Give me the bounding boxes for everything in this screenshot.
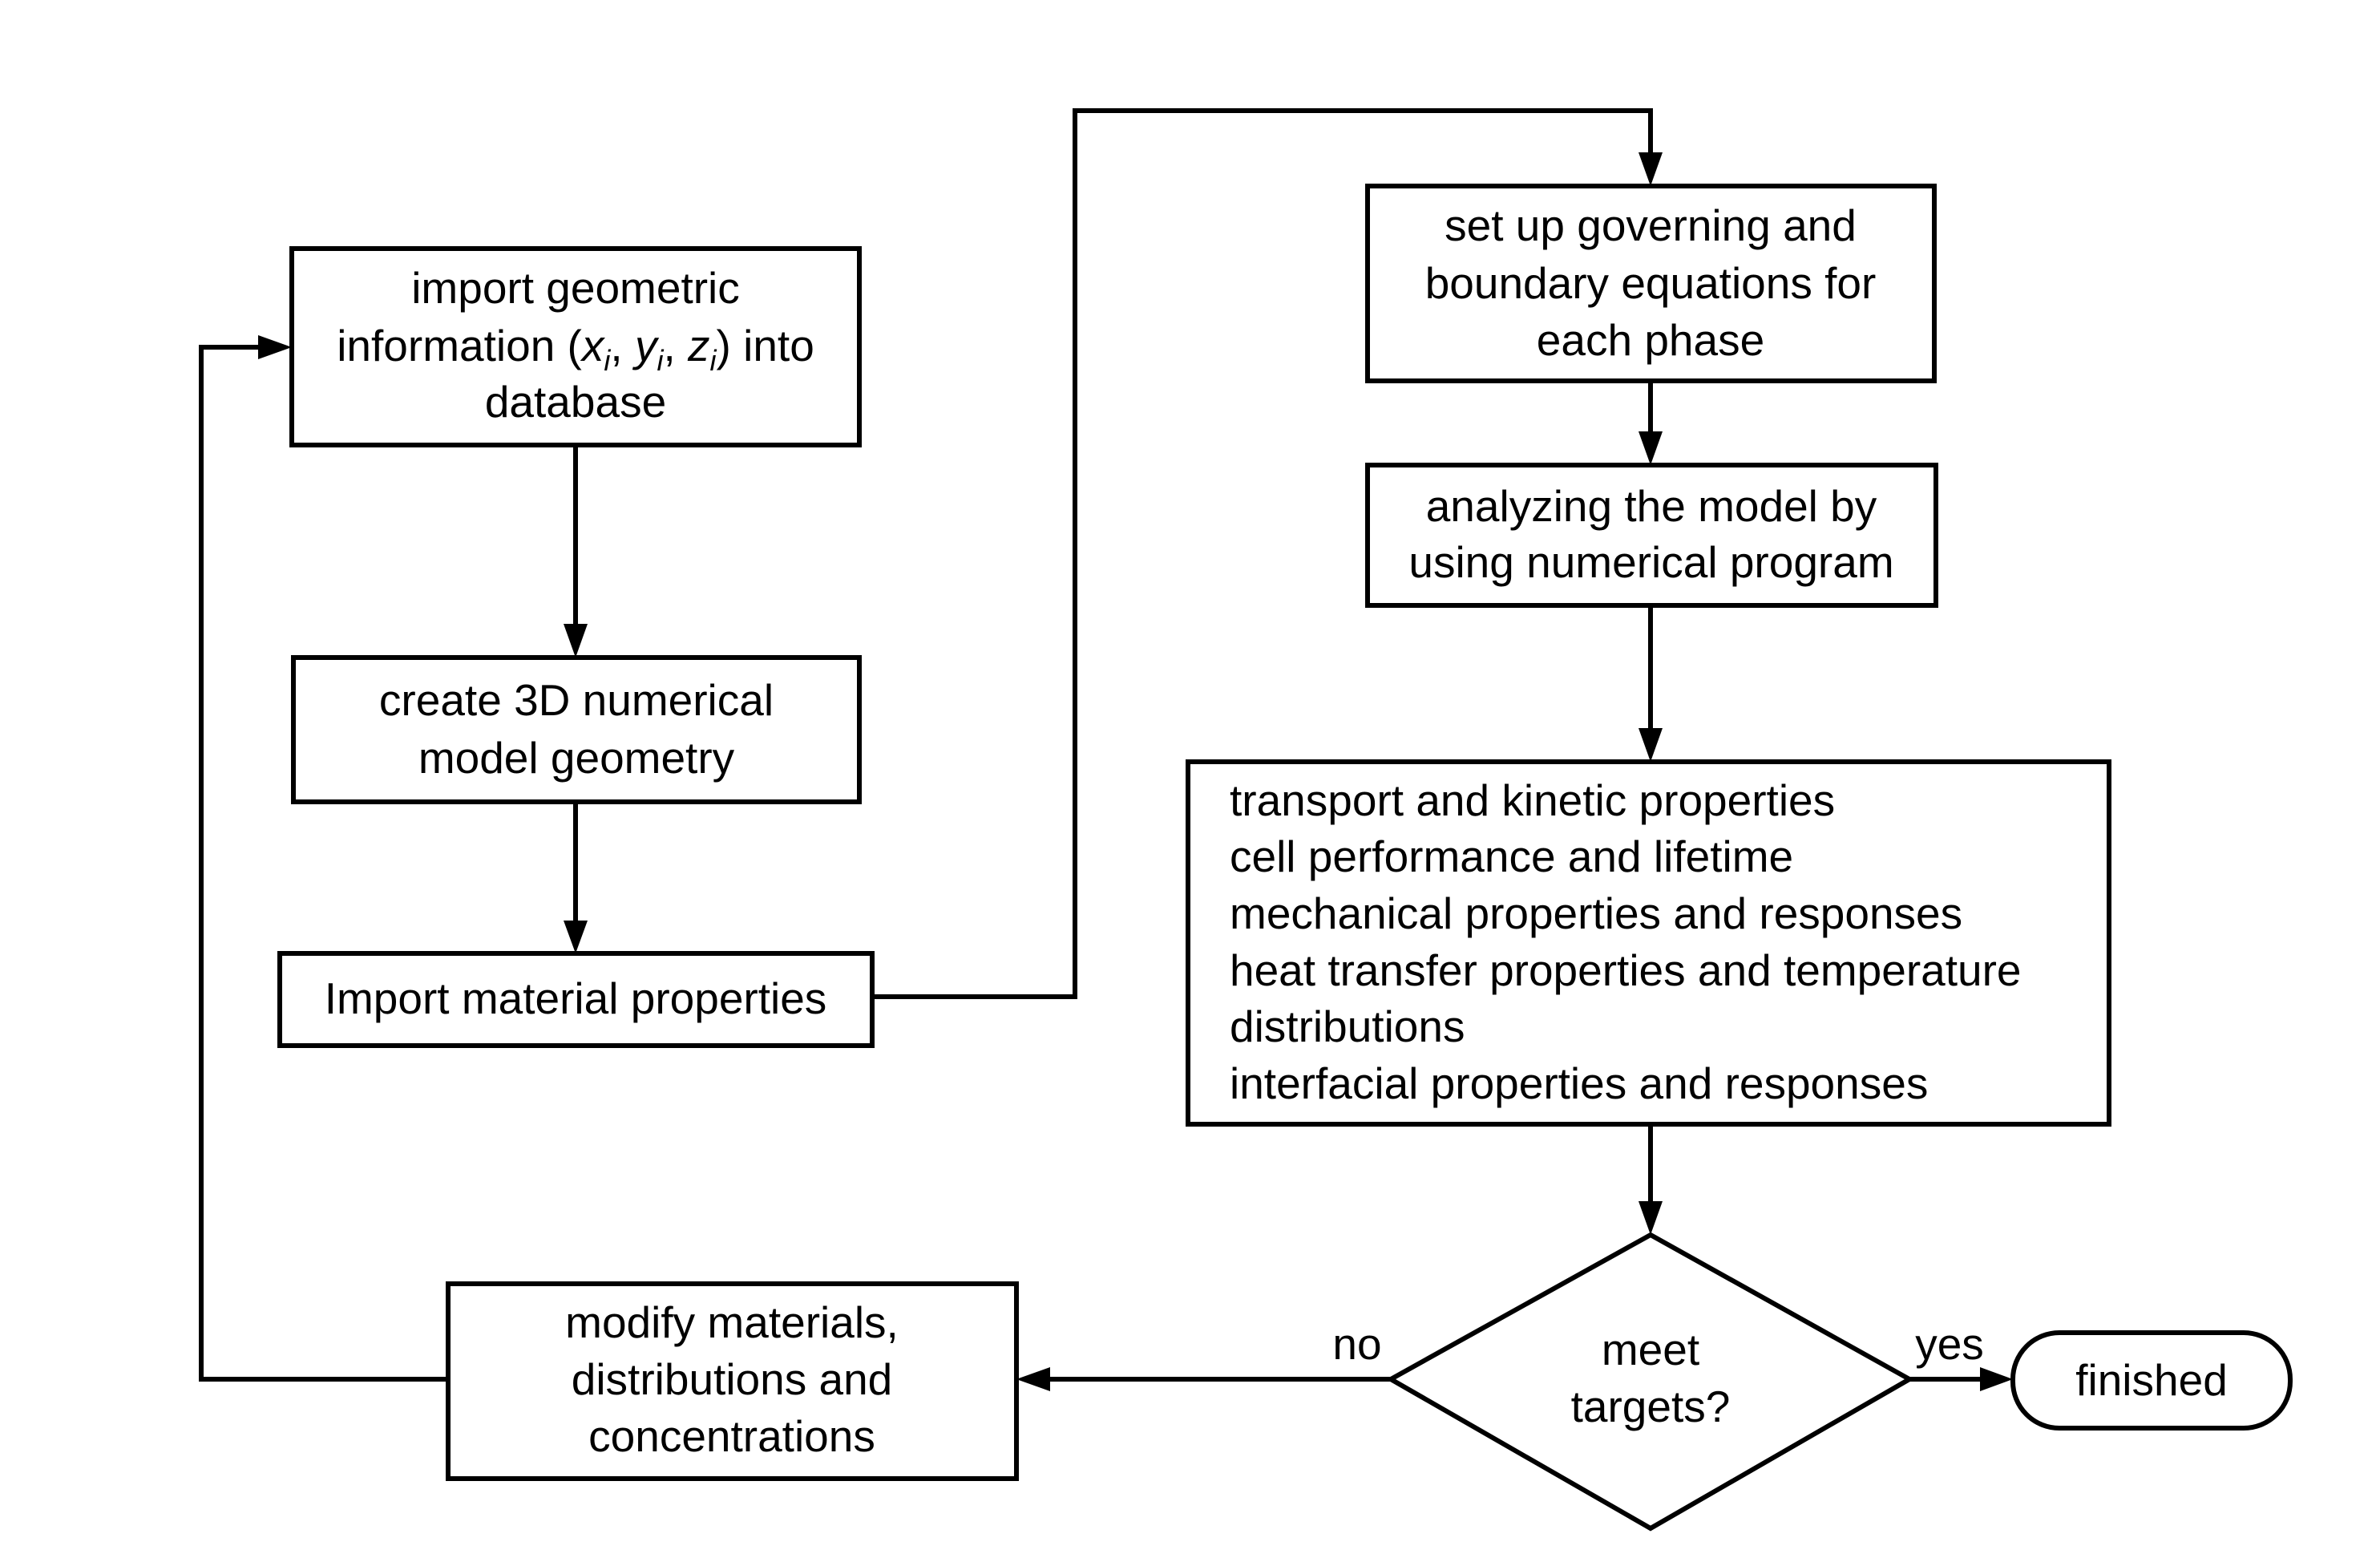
property-item: cell performance and lifetime bbox=[1230, 832, 1793, 881]
arrowhead-icon bbox=[564, 624, 588, 658]
node-text-line: meet bbox=[1602, 1325, 1699, 1374]
node-text-line: distributions and bbox=[572, 1354, 893, 1404]
node-text-line: using numerical program bbox=[1408, 537, 1893, 587]
math-suffix: ) bbox=[717, 321, 731, 370]
node-text-line: concentrations bbox=[588, 1411, 875, 1461]
node-analyze: analyzing the model by using numerical p… bbox=[1365, 463, 1938, 608]
math-sep: , bbox=[610, 321, 635, 370]
node-text-line: each phase bbox=[1537, 315, 1764, 365]
arrowhead-icon bbox=[1639, 431, 1663, 465]
node-text-line: create 3D numerical bbox=[379, 675, 774, 725]
node-text-math-line: information (xi, yi, zi) into bbox=[337, 321, 814, 377]
var-y: y bbox=[632, 321, 660, 370]
math-trailing: into bbox=[743, 321, 814, 370]
arrowhead-icon bbox=[258, 335, 292, 359]
node-text-line: model geometry bbox=[418, 733, 735, 783]
arrowhead-icon bbox=[1639, 1201, 1663, 1235]
node-text-line: analyzing the model by bbox=[1426, 481, 1877, 531]
property-item: heat transfer properties and temperature bbox=[1230, 945, 2022, 995]
arrowhead-icon bbox=[1016, 1367, 1050, 1391]
property-item: distributions bbox=[1230, 1002, 1465, 1051]
arrowhead-icon bbox=[1639, 152, 1663, 186]
node-text-line: import geometric bbox=[411, 263, 740, 313]
property-item: transport and kinetic properties bbox=[1230, 775, 1835, 825]
node-import-geometry: import geometric information (xi, yi, zi… bbox=[289, 246, 862, 447]
node-text-line: set up governing and bbox=[1445, 200, 1857, 250]
node-governing-equations: set up governing and boundary equations … bbox=[1365, 184, 1937, 383]
property-item: mechanical properties and responses bbox=[1230, 888, 1962, 938]
arrowhead-icon bbox=[564, 921, 588, 953]
node-finished: finished bbox=[2010, 1330, 2293, 1431]
node-modify: modify materials, distributions and conc… bbox=[446, 1281, 1019, 1481]
arrowhead-icon bbox=[1639, 728, 1663, 762]
edge-modify-to-import bbox=[199, 345, 448, 1382]
node-text-line: modify materials, bbox=[565, 1297, 899, 1347]
node-decision: meet targets? bbox=[1385, 1232, 1915, 1532]
arrowhead-icon bbox=[1980, 1367, 2013, 1391]
edge-label-yes: yes bbox=[1915, 1319, 1984, 1369]
node-text-line: boundary equations for bbox=[1425, 258, 1877, 308]
node-text-line: database bbox=[485, 377, 666, 427]
edge-label-no: no bbox=[1332, 1319, 1381, 1369]
node-text-line: targets? bbox=[1571, 1382, 1731, 1431]
flowchart-canvas: import geometric information (xi, yi, zi… bbox=[199, 108, 2293, 1532]
math-prefix: information ( bbox=[337, 321, 582, 370]
var-z: z bbox=[687, 321, 710, 370]
node-import-material: Import material properties bbox=[277, 951, 875, 1048]
node-create-model: create 3D numerical model geometry bbox=[291, 655, 862, 804]
node-text-line: finished bbox=[2075, 1355, 2228, 1405]
property-item: interfacial properties and responses bbox=[1230, 1058, 1928, 1108]
node-properties: transport and kinetic properties cell pe… bbox=[1186, 759, 2111, 1127]
var-x: x bbox=[580, 321, 606, 370]
math-sep: , bbox=[663, 321, 688, 370]
node-text-line: Import material properties bbox=[325, 973, 827, 1023]
